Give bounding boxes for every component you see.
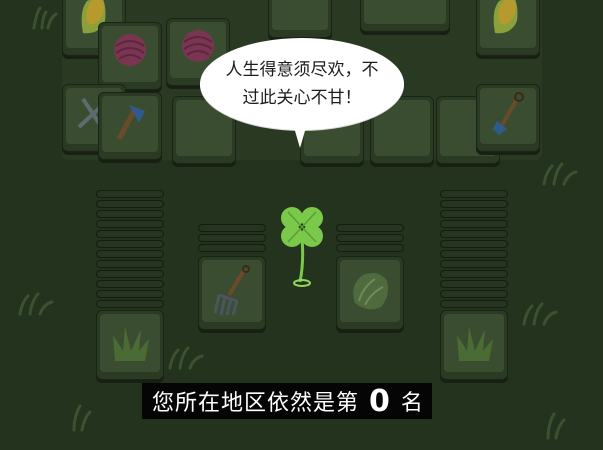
tile-corn[interactable] xyxy=(476,0,540,56)
tile-stack-edge xyxy=(96,290,164,298)
axe-icon xyxy=(116,105,145,141)
tile-stack-edge xyxy=(198,224,266,232)
tile-stack-edge xyxy=(96,280,164,288)
tile-grass[interactable] xyxy=(440,310,508,380)
tile-stack-edge xyxy=(96,260,164,268)
speech-bubble-tail xyxy=(293,124,307,148)
grass-decoration-icon xyxy=(168,346,204,370)
tile-stack-edge xyxy=(336,234,404,242)
tile-shovel[interactable] xyxy=(476,84,540,152)
tile-stack-edge xyxy=(440,250,508,258)
grass-icon xyxy=(113,327,149,361)
tile-stack-edge xyxy=(198,244,266,252)
tile-cabbage[interactable] xyxy=(360,0,450,32)
grass-decoration-icon xyxy=(522,302,558,326)
tile-stack-edge xyxy=(440,270,508,278)
tile-stack-edge xyxy=(96,190,164,198)
grass-decoration-icon xyxy=(72,404,92,432)
tile-stack-edge xyxy=(336,244,404,252)
tile-stack-edge xyxy=(96,230,164,238)
rank-caption: 您所在地区依然是第 0 名 xyxy=(142,383,432,419)
grass-decoration-icon xyxy=(32,6,58,30)
rank-number: 0 xyxy=(369,383,391,419)
tile-stack-edge xyxy=(96,210,164,218)
tile-stack-edge xyxy=(440,300,508,308)
four-leaf-clover-icon[interactable] xyxy=(274,202,330,288)
tile-stack-edge xyxy=(440,220,508,228)
tile-stack-edge xyxy=(336,224,404,232)
tile-cabbage[interactable] xyxy=(336,256,404,330)
tile-stack-edge xyxy=(96,270,164,278)
tile-yarn[interactable] xyxy=(98,22,162,90)
tile-stack-edge xyxy=(440,210,508,218)
tile-axe[interactable] xyxy=(98,92,162,160)
rake-icon xyxy=(213,265,250,316)
yarn-icon xyxy=(114,34,146,66)
game-scene: 人生得意须尽欢，不 过此关心不甘！ 您所在地区依然是第 0 名 xyxy=(0,0,603,450)
yarn-icon xyxy=(182,30,214,62)
tile-stack-edge xyxy=(96,300,164,308)
tile-stack-edge xyxy=(96,200,164,208)
tile-stack-edge xyxy=(96,250,164,258)
tile-stack-edge xyxy=(440,260,508,268)
grass-decoration-icon xyxy=(18,292,54,316)
tile-stack-edge xyxy=(96,240,164,248)
tile-stack-edge xyxy=(440,240,508,248)
rank-caption-suffix: 名 xyxy=(400,391,424,416)
tile-stack-edge xyxy=(440,230,508,238)
corn-icon xyxy=(493,0,518,34)
speech-bubble-text: 人生得意须尽欢，不 过此关心不甘！ xyxy=(225,60,379,108)
speech-bubble: 人生得意须尽欢，不 过此关心不甘！ xyxy=(200,38,404,130)
cabbage-icon xyxy=(353,273,389,310)
tile-cabbage[interactable] xyxy=(268,0,332,38)
cabbage-icon xyxy=(381,0,431,3)
grass-decoration-icon xyxy=(542,162,578,186)
grass-icon xyxy=(457,327,493,361)
tile-stack-edge xyxy=(96,220,164,228)
tile-stack-edge xyxy=(440,200,508,208)
tile-stack-edge xyxy=(440,280,508,288)
tile-stack-edge xyxy=(198,234,266,242)
rank-caption-prefix: 您所在地区依然是第 xyxy=(152,391,360,416)
grass-decoration-icon xyxy=(546,412,566,440)
tile-stack-edge xyxy=(440,190,508,198)
shovel-icon xyxy=(493,92,524,135)
tile-rake[interactable] xyxy=(198,256,266,330)
tile-grass[interactable] xyxy=(96,310,164,380)
tile-stack-edge xyxy=(440,290,508,298)
